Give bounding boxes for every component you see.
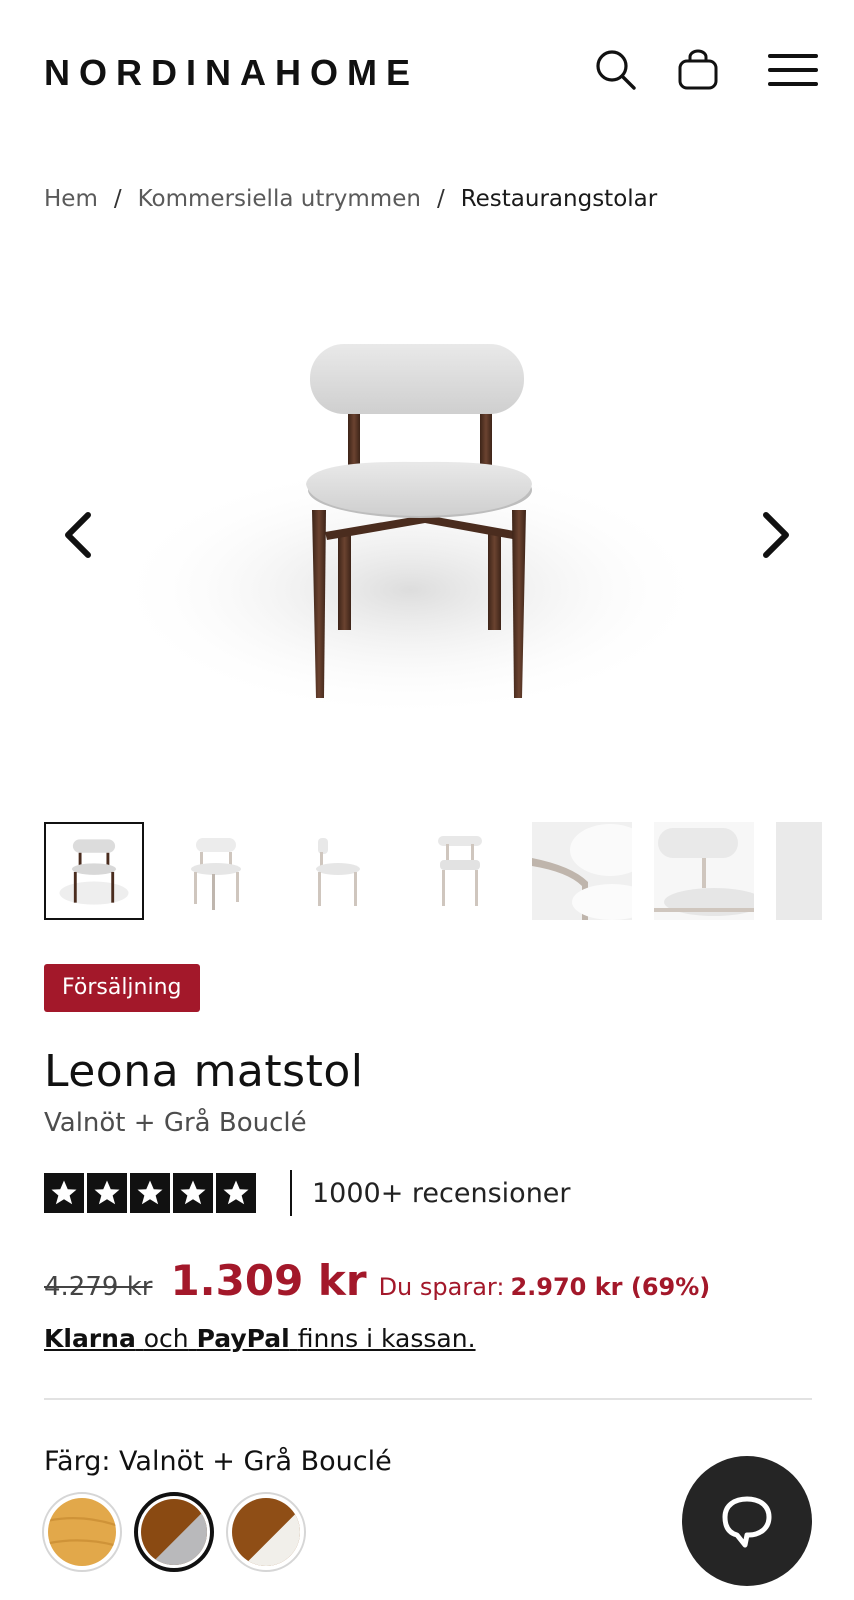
star-icon	[216, 1173, 256, 1213]
savings-label: Du sparar:	[378, 1273, 505, 1301]
chat-button[interactable]	[682, 1456, 812, 1586]
payment-och: och	[143, 1324, 189, 1353]
divider	[44, 1398, 812, 1400]
breadcrumb-separator: /	[113, 186, 122, 212]
swatch-oak[interactable]	[42, 1492, 122, 1572]
site-header: NORDINAHOME	[0, 0, 854, 140]
star-rating	[44, 1173, 256, 1213]
logo[interactable]: NORDINAHOME	[44, 52, 419, 94]
savings-value: 2.970 kr (69%)	[510, 1273, 711, 1301]
thumbnail[interactable]	[776, 822, 822, 920]
sale-badge: Försäljning	[44, 964, 200, 1012]
swatch-walnut-grey-boucle[interactable]	[134, 1492, 214, 1572]
chevron-right-icon[interactable]	[756, 505, 796, 565]
sale-price: 1.309 kr	[170, 1256, 367, 1305]
product-gallery	[0, 270, 854, 790]
price: 4.279 kr 1.309 kr Du sparar: 2.970 kr (6…	[44, 1256, 710, 1305]
star-icon	[130, 1173, 170, 1213]
thumbnail[interactable]	[44, 822, 144, 920]
chat-icon	[722, 1496, 772, 1548]
breadcrumb-commercial[interactable]: Kommersiella utrymmen	[138, 186, 421, 212]
thumbnail[interactable]	[410, 822, 510, 920]
thumbnail[interactable]	[288, 822, 388, 920]
thumbnail[interactable]	[654, 822, 754, 920]
product-variant: Valnöt + Grå Bouclé	[44, 1108, 307, 1138]
thumbnail[interactable]	[532, 822, 632, 920]
payment-suffix: finns i kassan.	[297, 1324, 476, 1353]
thumbnail-strip	[44, 822, 822, 920]
product-image	[110, 344, 710, 720]
bag-icon[interactable]	[676, 48, 720, 92]
divider	[290, 1170, 292, 1216]
color-swatches	[42, 1492, 306, 1572]
payment-info[interactable]: Klarna och PayPal finns i kassan.	[44, 1324, 476, 1353]
color-label: Färg: Valnöt + Grå Bouclé	[44, 1446, 392, 1477]
swatch-walnut-white[interactable]	[226, 1492, 306, 1572]
thumbnail[interactable]	[166, 822, 266, 920]
star-icon	[44, 1173, 84, 1213]
menu-icon[interactable]	[768, 48, 818, 92]
paypal-link[interactable]: PayPal	[197, 1324, 290, 1353]
breadcrumb-home[interactable]: Hem	[44, 186, 98, 212]
breadcrumb: Hem / Kommersiella utrymmen / Restaurang…	[44, 186, 657, 212]
product-title: Leona matstol	[44, 1046, 364, 1097]
breadcrumb-current: Restaurangstolar	[460, 186, 658, 212]
search-icon[interactable]	[594, 48, 638, 92]
klarna-link[interactable]: Klarna	[44, 1324, 136, 1353]
review-count[interactable]: 1000+ recensioner	[312, 1178, 571, 1209]
star-icon	[87, 1173, 127, 1213]
star-icon	[173, 1173, 213, 1213]
old-price: 4.279 kr	[44, 1272, 153, 1302]
rating[interactable]: 1000+ recensioner	[44, 1170, 571, 1216]
breadcrumb-separator: /	[436, 186, 445, 212]
